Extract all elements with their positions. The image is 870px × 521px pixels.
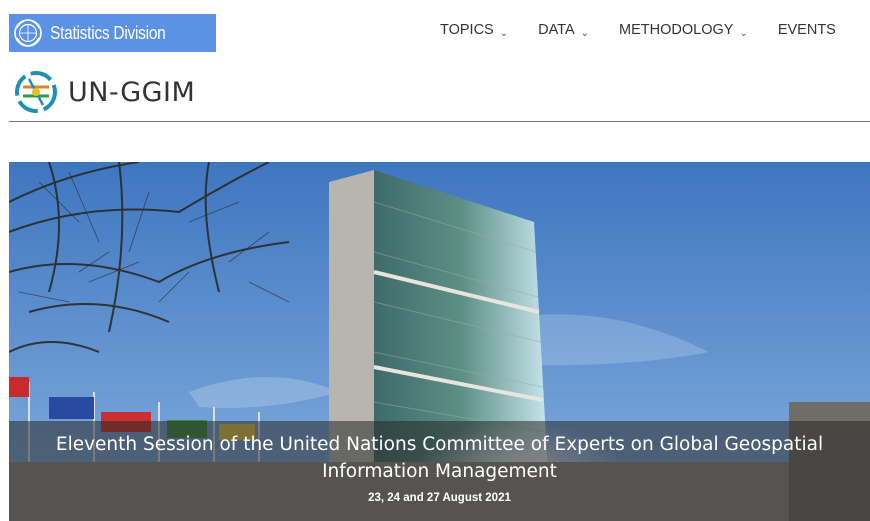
hero-date: 23, 24 and 27 August 2021 xyxy=(368,492,511,504)
nav-data[interactable]: DATA ⌄ xyxy=(538,22,589,39)
chevron-down-icon: ⌄ xyxy=(499,28,509,39)
hero-caption: Eleventh Session of the United Nations C… xyxy=(9,421,870,521)
nav-topics-label: TOPICS xyxy=(440,22,494,38)
nav-methodology-label: METHODOLOGY xyxy=(619,22,734,38)
un-emblem-icon xyxy=(14,19,42,47)
header-divider xyxy=(9,121,870,122)
statistics-division-link[interactable]: Statistics Division xyxy=(9,14,216,52)
nav-events-label: EVENTS xyxy=(777,22,836,38)
hero-title[interactable]: Eleventh Session of the United Nations C… xyxy=(9,431,870,485)
nav-topics[interactable]: TOPICS ⌄ xyxy=(440,22,508,39)
hero-banner[interactable]: Eleventh Session of the United Nations C… xyxy=(9,162,870,521)
nav-events[interactable]: EVENTS xyxy=(778,22,836,39)
statistics-division-label: Statistics Division xyxy=(50,22,166,43)
nav-data-label: DATA xyxy=(538,22,575,38)
un-ggim-globe-icon xyxy=(15,71,57,113)
top-bar: Statistics Division TOPICS ⌄ DATA ⌄ METH… xyxy=(0,0,870,60)
nav-methodology[interactable]: METHODOLOGY ⌄ xyxy=(619,22,748,39)
chevron-down-icon: ⌄ xyxy=(739,28,748,39)
main-nav: TOPICS ⌄ DATA ⌄ METHODOLOGY ⌄ EVENTS xyxy=(440,22,866,39)
brand-name: UN-GGIM xyxy=(68,76,196,108)
brand-home-link[interactable]: UN-GGIM xyxy=(14,70,195,114)
chevron-down-icon: ⌄ xyxy=(580,28,590,39)
